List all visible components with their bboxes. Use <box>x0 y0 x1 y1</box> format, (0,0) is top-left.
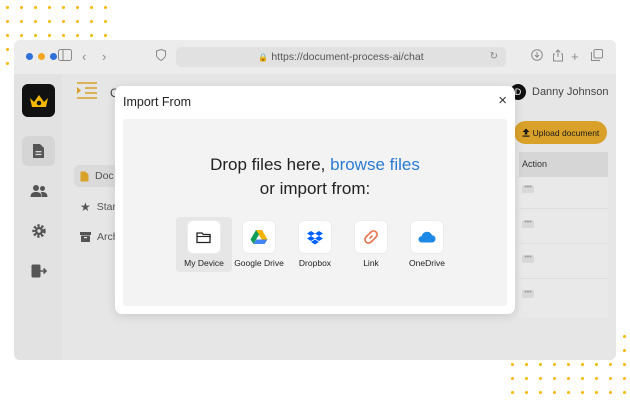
window-controls <box>26 53 57 60</box>
forward-arrow-icon[interactable]: › <box>102 49 106 65</box>
browse-files-link[interactable]: browse files <box>330 155 420 174</box>
users-icon <box>30 185 47 197</box>
row-divider <box>519 278 608 279</box>
source-label: Link <box>363 258 379 268</box>
gear-icon <box>31 224 46 238</box>
shield-icon[interactable] <box>156 48 166 65</box>
user-name: Danny Johnson <box>532 86 609 98</box>
sidebar-toggle-icon[interactable] <box>58 49 72 65</box>
upload-icon <box>522 128 530 137</box>
source-my-device[interactable]: My Device <box>176 217 232 272</box>
modal-title: Import From <box>123 95 192 109</box>
nav-item-label: Star <box>96 201 117 213</box>
drop-text: Drop files here, <box>210 155 331 174</box>
lock-icon: 🔒 <box>258 53 269 62</box>
row-divider <box>519 243 608 244</box>
source-label: My Device <box>184 258 224 268</box>
file-drop-zone[interactable]: Drop files here, browse files or import … <box>123 119 507 306</box>
folder-icon <box>188 221 220 253</box>
nav-item-label: Doc <box>95 170 114 182</box>
link-icon <box>355 221 387 253</box>
nav-item-archive[interactable]: Arch <box>80 226 119 248</box>
import-from-text: or import from: <box>259 179 371 198</box>
dropbox-icon <box>299 221 331 253</box>
collapse-menu-icon[interactable] <box>76 82 98 105</box>
upload-document-button[interactable]: Upload document <box>514 121 607 144</box>
settings-nav-button[interactable] <box>22 216 55 246</box>
window-dot-3[interactable] <box>50 53 57 60</box>
upload-button-label: Upload document <box>532 127 600 138</box>
row-divider <box>519 208 608 209</box>
row-action-menu[interactable]: ••• <box>522 219 534 228</box>
documents-table: Action ••• ••• ••• ••• <box>519 152 608 317</box>
logout-icon <box>31 264 47 278</box>
google-drive-icon <box>243 221 275 253</box>
share-icon[interactable] <box>552 49 564 66</box>
back-arrow-icon[interactable]: ‹ <box>82 49 86 65</box>
row-action-menu[interactable]: ••• <box>522 184 534 193</box>
browser-toolbar: ‹ › 🔒 https://document-process-ai/chat ↻ … <box>14 40 616 74</box>
url-text: https://document-process-ai/chat <box>271 51 424 63</box>
tabs-overview-icon[interactable] <box>591 49 603 65</box>
table-header-action: Action <box>519 152 608 177</box>
source-label: Dropbox <box>298 258 332 268</box>
window-dot-2[interactable] <box>38 53 45 60</box>
document-icon <box>33 144 44 158</box>
source-link[interactable]: Link <box>343 217 399 268</box>
star-icon: ★ <box>80 200 91 214</box>
source-dropbox[interactable]: Dropbox <box>287 217 343 268</box>
row-action-menu[interactable]: ••• <box>522 254 534 263</box>
drop-instructions: Drop files here, browse files <box>123 155 507 175</box>
download-icon[interactable] <box>531 49 543 65</box>
app-sidebar <box>14 74 62 360</box>
onedrive-icon <box>411 221 443 253</box>
window-dot-1[interactable] <box>26 53 33 60</box>
users-nav-button[interactable] <box>22 176 55 206</box>
source-google-drive[interactable]: Google Drive <box>231 217 287 268</box>
document-icon <box>80 171 89 181</box>
documents-nav-button[interactable] <box>22 136 55 166</box>
close-icon[interactable]: × <box>498 92 507 109</box>
user-profile[interactable]: D Danny Johnson <box>510 84 608 100</box>
source-label: OneDrive <box>409 258 445 268</box>
archive-icon <box>80 232 91 242</box>
new-tab-icon[interactable]: + <box>571 49 579 65</box>
logout-nav-button[interactable] <box>22 256 55 286</box>
address-bar[interactable]: 🔒 https://document-process-ai/chat ↻ <box>176 47 506 67</box>
reload-icon[interactable]: ↻ <box>490 47 498 67</box>
crown-logo[interactable] <box>22 84 55 117</box>
source-label: Google Drive <box>234 258 284 268</box>
row-action-menu[interactable]: ••• <box>522 289 534 298</box>
import-modal: Import From × Drop files here, browse fi… <box>115 86 515 314</box>
screenshot-stage: ‹ › 🔒 https://document-process-ai/chat ↻ … <box>0 0 630 400</box>
source-onedrive[interactable]: OneDrive <box>399 217 455 268</box>
nav-item-starred[interactable]: ★ Star <box>80 196 116 218</box>
